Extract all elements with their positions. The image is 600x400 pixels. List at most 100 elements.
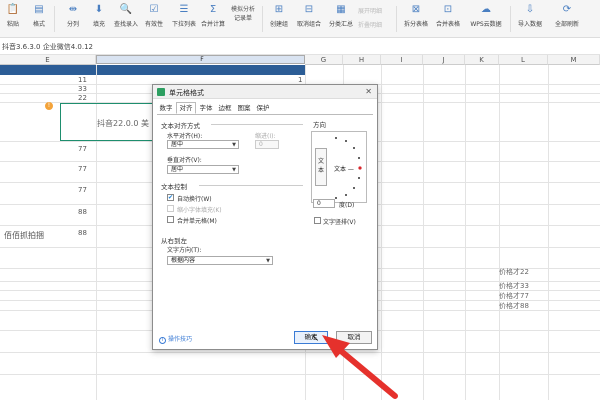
paste-icon: 📋: [6, 4, 20, 15]
refresh-all-button[interactable]: ⟳ 全部刷新: [552, 4, 582, 34]
indent-input[interactable]: 0: [255, 140, 279, 149]
split-table-button[interactable]: ⊠ 拆分表格: [402, 4, 430, 34]
cell-l-value[interactable]: 价格才77: [499, 291, 529, 301]
close-icon[interactable]: ✕: [365, 87, 372, 96]
fill-icon: ⬇: [94, 4, 104, 15]
shrink-to-fit-checkbox[interactable]: [167, 205, 174, 212]
chevron-down-icon: ▼: [232, 167, 236, 173]
tab-protection[interactable]: 保护: [254, 102, 272, 114]
validity-icon: ☑: [149, 4, 159, 15]
refresh-icon: ⟳: [562, 4, 572, 15]
degrees-label: 度(D): [339, 202, 355, 209]
merge-calc-button[interactable]: Σ 合并计算: [200, 4, 226, 34]
split-column-icon: ⇹: [68, 4, 78, 15]
chevron-down-icon: ▼: [232, 142, 236, 148]
dropdown-list-icon: ☰: [179, 4, 189, 15]
grid-line: [381, 65, 382, 400]
horizontal-align-label: 水平对齐(H):: [167, 133, 203, 140]
validity-button[interactable]: ☑ 有效性: [142, 4, 166, 34]
chevron-down-icon: ▼: [266, 258, 270, 264]
horizontal-align-select[interactable]: 居中 ▼: [167, 140, 239, 149]
cell-text[interactable]: 佰佰抓拍捆: [4, 230, 44, 241]
create-group-icon: ⊞: [274, 4, 284, 15]
column-header-l[interactable]: L: [499, 55, 548, 65]
import-data-button[interactable]: ⇩ 导入数据: [516, 4, 544, 34]
tab-font[interactable]: 字体: [197, 102, 215, 114]
dialog-title: 单元格格式: [169, 89, 204, 97]
warning-icon[interactable]: !: [45, 102, 53, 110]
ungroup-icon: ⊟: [304, 4, 314, 15]
dialog-title-bar[interactable]: 单元格格式 ✕: [153, 85, 377, 99]
format-button[interactable]: ▤ 格式: [30, 4, 48, 34]
tab-border[interactable]: 边框: [216, 102, 234, 114]
cell-e-value[interactable]: 33: [78, 85, 87, 93]
group-divider: [211, 124, 303, 125]
ungroup-button[interactable]: ⊟ 取消组合: [296, 4, 322, 34]
ribbon-divider: [262, 6, 263, 32]
format-icon: ▤: [34, 4, 44, 15]
merge-cells-checkbox[interactable]: [167, 216, 174, 223]
cloud-data-button[interactable]: ☁ WPS云数据: [468, 4, 504, 34]
column-header-h[interactable]: H: [343, 55, 381, 65]
column-header-i[interactable]: I: [381, 55, 423, 65]
ribbon-toolbar: 📋 粘贴 ▤ 格式 ⇹ 分列 ⬇ 填充 🔍 查找录入 ☑ 有效性 ☰ 下拉列表 Σ 合并计算 模…: [0, 0, 600, 38]
degrees-input[interactable]: 0: [313, 199, 335, 208]
column-header-m[interactable]: M: [548, 55, 600, 65]
tab-number[interactable]: 数字: [157, 102, 175, 114]
split-column-button[interactable]: ⇹ 分列: [62, 4, 84, 34]
ribbon-divider: [54, 6, 55, 32]
subtotal-icon: ▦: [336, 4, 346, 15]
paste-button[interactable]: 📋 粘贴: [4, 4, 22, 34]
tab-pattern[interactable]: 图案: [235, 102, 253, 114]
cell-e-value[interactable]: 22: [78, 94, 87, 102]
fill-button[interactable]: ⬇ 填充: [88, 4, 110, 34]
cell-e-value[interactable]: 88: [78, 208, 87, 216]
column-header-g[interactable]: G: [305, 55, 343, 65]
cell-e-value[interactable]: 77: [78, 165, 87, 173]
tab-divider: [157, 114, 373, 115]
cell-l-value[interactable]: 价格才88: [499, 301, 529, 311]
import-data-icon: ⇩: [525, 4, 535, 15]
column-header-k[interactable]: K: [465, 55, 499, 65]
merge-cells-label: 合并单元格(M): [177, 218, 217, 225]
column-header-j[interactable]: J: [423, 55, 465, 65]
column-header-f[interactable]: F: [96, 55, 305, 64]
cloud-data-icon: ☁: [481, 4, 491, 15]
column-header-e[interactable]: E: [0, 55, 96, 65]
split-table-icon: ⊠: [411, 4, 421, 15]
cell-e-value[interactable]: 77: [78, 186, 87, 194]
tab-alignment[interactable]: 对齐: [176, 102, 196, 114]
merge-table-button[interactable]: ⊡ 合并表格: [434, 4, 462, 34]
hide-detail-item[interactable]: 折叠明细: [358, 20, 382, 29]
cell-e-value[interactable]: 88: [78, 229, 87, 237]
tips-link[interactable]: i 操作技巧: [159, 334, 192, 344]
cell-f-value[interactable]: 1: [298, 76, 302, 84]
formula-bar[interactable]: 抖音3.6.3.0 企业微信4.0.12: [0, 38, 600, 55]
vertical-stack-label: 文字竖排(V): [323, 219, 356, 226]
cell-l-value[interactable]: 价格才22: [499, 267, 529, 277]
subtotal-button[interactable]: ▦ 分类汇总: [328, 4, 354, 34]
vertical-align-select[interactable]: 居中 ▼: [167, 165, 239, 174]
text-control-group-label: 文本控制: [161, 183, 187, 191]
vertical-stack-checkbox[interactable]: [314, 217, 321, 224]
indent-label: 缩进(I):: [255, 133, 276, 140]
formula-content[interactable]: 抖音3.6.3.0 企业微信4.0.12: [2, 42, 93, 52]
find-entry-icon: 🔍: [119, 4, 133, 15]
show-detail-item[interactable]: 展开明细: [358, 6, 382, 15]
find-entry-button[interactable]: 🔍 查找录入: [112, 4, 140, 34]
orientation-control[interactable]: 文本 文本 —: [311, 131, 367, 203]
cell-e-value[interactable]: 11: [78, 76, 87, 84]
wrap-text-label: 自动换行(W): [177, 196, 212, 203]
text-direction-select[interactable]: 根据内容 ▼: [167, 256, 273, 265]
cell-e-value[interactable]: 77: [78, 145, 87, 153]
cell-l-value[interactable]: 价格才33: [499, 281, 529, 291]
wrap-text-checkbox[interactable]: ✔: [167, 194, 174, 201]
create-group-button[interactable]: ⊞ 创建组: [268, 4, 290, 34]
horizontal-text-indicator: 文本 —: [334, 166, 354, 173]
dropdown-list-button[interactable]: ☰ 下拉列表: [170, 4, 198, 34]
header-row-fill: [0, 65, 305, 75]
record-form-button[interactable]: 记录单: [231, 10, 255, 40]
selected-cell-text: 抖音22.0.0 美: [97, 119, 149, 128]
merge-table-icon: ⊡: [443, 4, 453, 15]
cancel-button[interactable]: 取消: [336, 331, 372, 344]
